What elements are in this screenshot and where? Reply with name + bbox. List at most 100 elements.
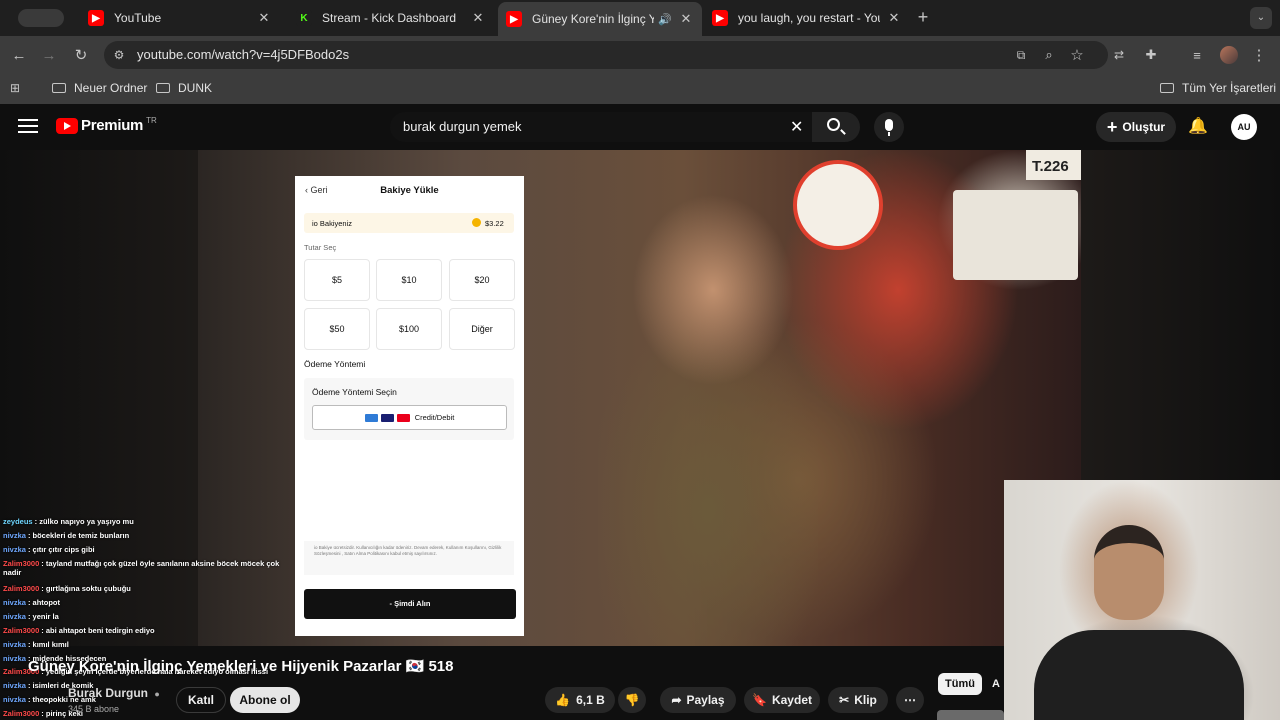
amount-option[interactable]: $100 <box>376 308 442 350</box>
amount-option[interactable]: $50 <box>304 308 370 350</box>
media-control-icon[interactable]: ≡ <box>1186 44 1208 66</box>
create-button[interactable]: + Oluştur <box>1096 112 1176 142</box>
tab-youtube[interactable]: ▶ YouTube ✕ <box>80 4 280 32</box>
clear-search-icon[interactable]: ✕ <box>790 117 803 137</box>
forward-icon[interactable]: → <box>38 44 60 66</box>
chat-text: : ahtopot <box>27 598 61 607</box>
filter-chip-next[interactable]: A <box>992 673 1004 695</box>
thumbs-up-icon: 👍 <box>555 693 571 707</box>
folder-icon <box>1160 83 1174 93</box>
channel-name[interactable]: Burak Durgun ● <box>68 686 160 700</box>
tab-video-active[interactable]: ▶ Güney Kore'nin İlginç Yem 🔊 ✕ <box>498 2 702 36</box>
address-url[interactable]: youtube.com/watch?v=4j5DFBodo2s <box>137 47 349 62</box>
amount-option-other[interactable]: Diğer <box>449 308 515 350</box>
like-button[interactable]: 👍 6,1 B <box>545 687 615 713</box>
chat-user: Zalim3000 <box>3 709 40 718</box>
zoom-icon[interactable]: ⌕ <box>1038 44 1060 66</box>
youtube-icon: ▶ <box>88 10 104 26</box>
chat-message: nivzka: kımıl kımıl <box>3 640 283 649</box>
youtube-icon: ▶ <box>712 10 728 26</box>
youtube-logo[interactable]: Premium TR <box>56 116 157 134</box>
save-button[interactable]: 🔖 Kaydet <box>744 687 820 713</box>
tab-strip: ▶ YouTube ✕ K Stream - Kick Dashboard ✕ … <box>0 0 1280 36</box>
account-avatar[interactable]: AU <box>1231 114 1257 140</box>
chat-message: nivzka: çıtır çıtır cips gibi <box>3 545 283 554</box>
credit-debit-button[interactable]: Credit/Debit <box>312 405 507 430</box>
share-icon: ➦ <box>671 693 682 707</box>
chat-text: : zülko napıyo ya yaşıyo mu <box>34 517 134 526</box>
chat-user: Zalim3000 <box>3 584 40 593</box>
ambient-right <box>1081 150 1280 480</box>
share-button[interactable]: ➦ Paylaş <box>660 687 736 713</box>
bookmark-star-icon[interactable]: ☆ <box>1066 44 1088 66</box>
more-actions-button[interactable]: ⋯ <box>896 687 924 713</box>
apps-grid-icon[interactable]: ⊞ <box>10 81 24 95</box>
youtube-region: TR <box>146 116 157 125</box>
reload-icon[interactable]: ↻ <box>70 44 92 66</box>
mastercard-icon <box>396 413 410 422</box>
clip-button[interactable]: ✂ Klip <box>828 687 888 713</box>
menu-kebab-icon[interactable]: ⋮ <box>1248 44 1270 66</box>
chat-user: nivzka <box>3 681 26 690</box>
submit-button[interactable]: - Şimdi Alın <box>304 589 516 619</box>
bookmark-label: DUNK <box>178 81 213 95</box>
amount-option[interactable]: $5 <box>304 259 370 301</box>
subscriber-count: 345 B abone <box>68 704 120 714</box>
close-icon[interactable]: ✕ <box>256 10 272 26</box>
food-sign <box>953 190 1078 280</box>
close-icon[interactable]: ✕ <box>678 11 694 27</box>
search-button[interactable] <box>812 112 860 142</box>
voice-search-button[interactable] <box>874 112 904 142</box>
chat-message: nivzka: böcekleri de temiz bunların <box>3 531 283 540</box>
dislike-button[interactable]: 👎 <box>618 687 646 713</box>
amount-option[interactable]: $20 <box>449 259 515 301</box>
amount-option[interactable]: $10 <box>376 259 442 301</box>
bookmarks-bar: ⊞ Neuer Ordner DUNK Tüm Yer İşaretleri <box>0 74 1280 104</box>
chat-text: : tayland mutfağı çok güzel öyle sanılan… <box>3 559 280 577</box>
subscribe-button[interactable]: Abone ol <box>230 687 300 713</box>
notifications-bell-icon[interactable]: 🔔 <box>1188 116 1208 136</box>
close-icon[interactable]: ✕ <box>470 10 486 26</box>
youtube-logo-text: Premium <box>81 117 144 134</box>
profile-avatar[interactable] <box>1220 46 1238 64</box>
install-app-icon[interactable]: ⧉ <box>1010 44 1032 66</box>
balance-topup-modal: ‹ Geri Bakiye Yükle io Bakiyeniz $3.22 T… <box>295 176 524 636</box>
new-tab-icon[interactable]: + <box>914 7 932 27</box>
tab-you-laugh[interactable]: ▶ you laugh, you restart - YouTu ✕ <box>704 4 910 32</box>
chat-text: : böcekleri de temiz bunların <box>27 531 130 540</box>
speaker-icon[interactable]: 🔊 <box>658 13 672 26</box>
chat-user: nivzka <box>3 695 26 704</box>
payment-section-label: Ödeme Yöntemi <box>304 359 366 369</box>
all-bookmarks[interactable]: Tüm Yer İşaretleri <box>1160 81 1276 95</box>
channel-name-label: Burak Durgun <box>68 686 149 700</box>
tab-kick-dashboard[interactable]: K Stream - Kick Dashboard ✕ <box>288 4 494 32</box>
chat-text: : yenir la <box>27 612 59 621</box>
save-label: Kaydet <box>771 693 812 707</box>
video-title: Güney Kore'nin İlginç Yemekleri ve Hijye… <box>28 658 454 675</box>
related-thumbnail[interactable] <box>937 710 1004 720</box>
scissors-icon: ✂ <box>839 693 850 707</box>
close-icon[interactable]: ✕ <box>886 10 902 26</box>
tab-group-icon[interactable] <box>18 9 64 27</box>
tab-title: Güney Kore'nin İlginç Yem <box>532 12 655 26</box>
join-button[interactable]: Katıl <box>176 687 226 713</box>
clip-label: Klip <box>854 693 877 707</box>
translate-icon[interactable]: ⇄ <box>1108 44 1130 66</box>
streamer-shirt <box>1034 630 1244 720</box>
bookmark-icon: 🔖 <box>752 693 767 707</box>
payment-method-panel: Ödeme Yöntemi Seçin Credit/Debit <box>304 378 514 440</box>
back-icon[interactable]: ← <box>8 44 30 66</box>
filter-chip-all[interactable]: Tümü <box>938 673 982 695</box>
extensions-icon[interactable]: ✚ <box>1140 44 1162 66</box>
bookmark-folder-dunk[interactable]: DUNK <box>156 81 212 95</box>
search-query[interactable]: burak durgun yemek <box>403 119 522 134</box>
chat-message: nivzka: ahtopot <box>3 598 283 607</box>
chat-message: Zalim3000: gırtlağına soktu çubuğu <box>3 584 283 593</box>
hamburger-menu-icon[interactable] <box>18 117 38 133</box>
tab-search-icon[interactable]: ⌄ <box>1250 7 1272 29</box>
verified-icon: ● <box>154 689 160 699</box>
site-info-icon[interactable]: ⚙ <box>108 44 130 66</box>
chat-message: Zalim3000: tayland mutfağı çok güzel öyl… <box>3 559 283 577</box>
chat-user: nivzka <box>3 545 26 554</box>
bookmark-folder-neuer-ordner[interactable]: Neuer Ordner <box>52 81 147 95</box>
